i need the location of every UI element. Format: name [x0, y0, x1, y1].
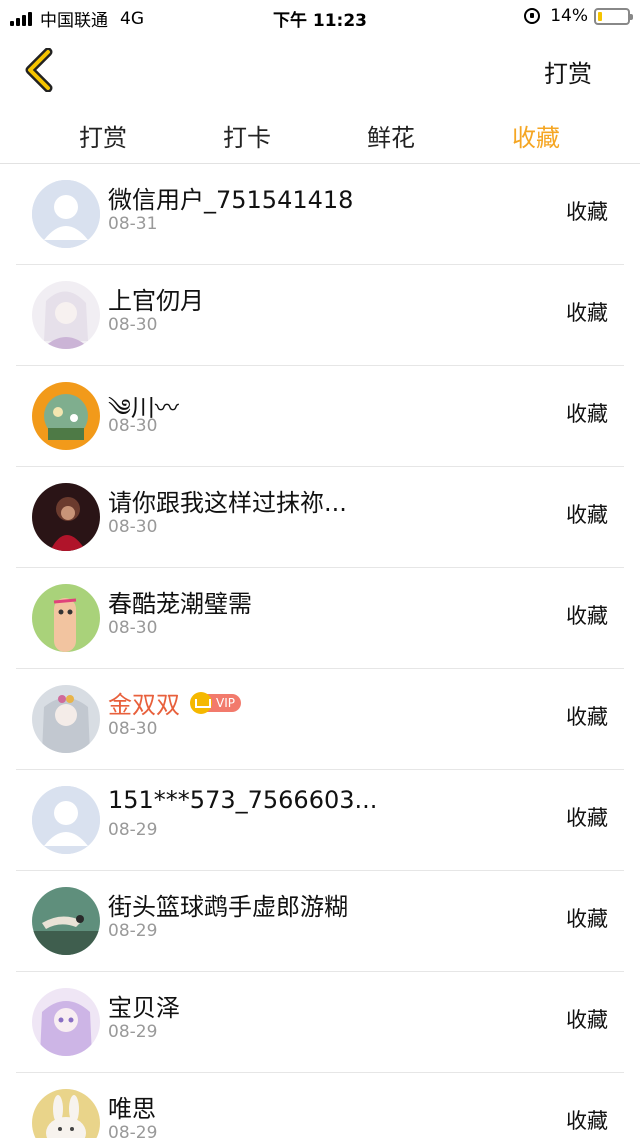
favorite-label: 收藏 — [566, 503, 608, 527]
user-name: 151***573_7566603... — [108, 786, 378, 814]
avatar[interactable] — [32, 786, 100, 854]
user-name: 宝贝泽 — [108, 994, 180, 1022]
favorite-label: 收藏 — [566, 604, 608, 628]
finger-doodle-avatar — [32, 584, 100, 652]
avatar[interactable] — [32, 180, 100, 248]
list-item[interactable]: 上官仞月 08-30 收藏 — [16, 265, 624, 366]
date: 08-30 — [108, 719, 158, 739]
favorite-label: 收藏 — [566, 1008, 608, 1032]
favorites-list: 微信用户_751541418 08-31 收藏 上官仞月 08-30 收藏 ༄川… — [0, 164, 640, 1138]
user-name: 金双双 VIP — [108, 685, 241, 720]
date: 08-29 — [108, 820, 158, 840]
date: 08-30 — [108, 315, 158, 335]
battery-icon — [594, 7, 633, 25]
favorite-label: 收藏 — [566, 705, 608, 729]
user-name: 春酷茏潮璧需 — [108, 590, 252, 618]
date: 08-29 — [108, 1123, 158, 1138]
tab-favorites[interactable]: 收藏 — [476, 118, 596, 153]
crown-icon — [190, 691, 212, 714]
user-name: 上官仞月 — [108, 287, 204, 315]
list-item[interactable]: 街头篮球鹉手虚郎游糊 08-29 收藏 — [16, 871, 624, 972]
list-item[interactable]: 唯思 08-29 收藏 — [16, 1073, 624, 1138]
user-name: 请你跟我这样过抹祢... — [108, 489, 347, 517]
avatar[interactable] — [32, 988, 100, 1056]
avatar[interactable] — [32, 1089, 100, 1138]
date: 08-30 — [108, 416, 158, 436]
vip-badge: VIP — [190, 691, 241, 714]
avatar[interactable] — [32, 382, 100, 450]
avatar[interactable] — [32, 584, 100, 652]
user-name: 唯思 — [108, 1095, 156, 1123]
favorite-label: 收藏 — [566, 806, 608, 830]
date: 08-29 — [108, 921, 158, 941]
avatar[interactable] — [32, 281, 100, 349]
battery-percent: 14% — [550, 6, 588, 26]
anime-purple-avatar — [32, 988, 100, 1056]
battery-fill — [598, 11, 602, 21]
avatar[interactable] — [32, 887, 100, 955]
status-bar: 中国联通 4G 下午 11:23 14% — [0, 0, 640, 34]
list-item[interactable]: 金双双 VIP 08-30 收藏 — [16, 669, 624, 770]
reward-button[interactable]: 打赏 — [544, 54, 592, 89]
tab-reward[interactable]: 打赏 — [43, 118, 163, 153]
user-name: 微信用户_751541418 — [108, 186, 354, 214]
bird-avatar — [32, 887, 100, 955]
list-item[interactable]: 微信用户_751541418 08-31 收藏 — [16, 164, 624, 265]
favorite-label: 收藏 — [566, 200, 608, 224]
status-right: 14% — [524, 6, 633, 26]
favorite-label: 收藏 — [566, 301, 608, 325]
avatar[interactable] — [32, 685, 100, 753]
favorite-label: 收藏 — [566, 907, 608, 931]
date: 08-30 — [108, 517, 158, 537]
date: 08-30 — [108, 618, 158, 638]
date: 08-29 — [108, 1022, 158, 1042]
list-item[interactable]: 宝贝泽 08-29 收藏 — [16, 972, 624, 1073]
default-avatar-icon — [32, 786, 100, 854]
nav-bar: 打赏 — [0, 34, 640, 106]
favorite-label: 收藏 — [566, 402, 608, 426]
rotation-lock-icon — [524, 8, 541, 24]
default-avatar-icon — [32, 180, 100, 248]
tab-checkin[interactable]: 打卡 — [187, 118, 307, 153]
chevron-left-icon[interactable] — [20, 48, 60, 92]
tab-bar: 打赏 打卡 鲜花 收藏 — [0, 106, 640, 164]
list-item[interactable]: 请你跟我这样过抹祢... 08-30 收藏 — [16, 467, 624, 568]
user-name: 街头篮球鹉手虚郎游糊 — [108, 893, 348, 921]
anime-avatar — [32, 685, 100, 753]
list-item[interactable]: 151***573_7566603... 08-29 收藏 — [16, 770, 624, 871]
list-item[interactable]: 春酷茏潮璧需 08-30 收藏 — [16, 568, 624, 669]
list-item[interactable]: ༄川〰 08-30 收藏 — [16, 366, 624, 467]
rabbit-avatar — [32, 1089, 100, 1138]
avatar[interactable] — [32, 483, 100, 551]
illustration-avatar — [32, 382, 100, 450]
user-name-text: 金双双 — [108, 691, 180, 719]
anime-girl-avatar — [32, 281, 100, 349]
tab-flowers[interactable]: 鲜花 — [331, 118, 451, 153]
date: 08-31 — [108, 214, 158, 234]
photo-avatar — [32, 483, 100, 551]
favorite-label: 收藏 — [566, 1109, 608, 1133]
